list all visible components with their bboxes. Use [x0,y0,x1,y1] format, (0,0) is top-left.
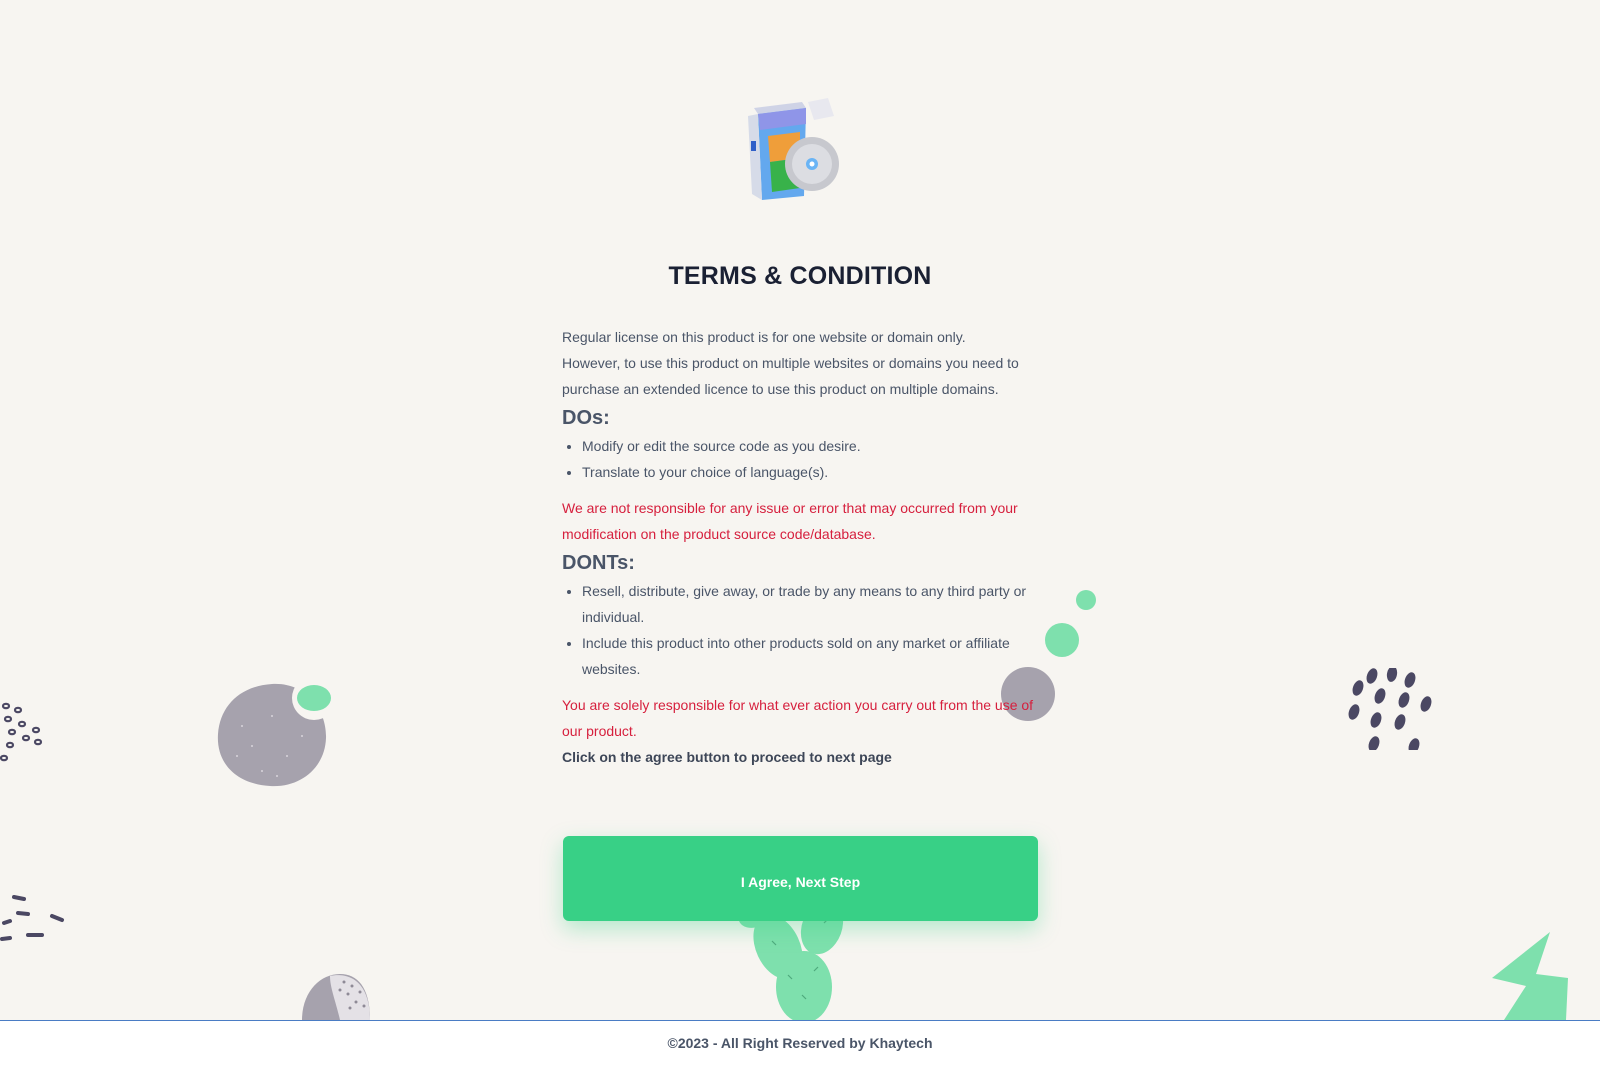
dos-list: Modify or edit the source code as you de… [562,433,1038,485]
dos-heading: DOs: [562,407,610,429]
software-box-icon [748,98,839,200]
decor-dots-right [1348,668,1432,750]
decor-rock-left [217,676,336,787]
decor-lightning [1492,932,1568,1020]
decor-dots-left [0,702,43,762]
footer: ©2023 - All Right Reserved by Khaytech [0,1020,1600,1067]
intro-text: Regular license on this product is for o… [562,324,1038,402]
decor-cactus [738,905,844,1020]
page-title: TERMS & CONDITION [668,262,932,290]
donts-warning: You are solely responsible for what ever… [562,697,1034,739]
list-item: Resell, distribute, give away, or trade … [582,578,1038,630]
terms-content: TERMS & CONDITION Regular license on thi… [562,240,1038,770]
decor-half-rock [302,974,370,1020]
list-item: Translate to your choice of language(s). [582,459,1038,485]
agree-instruction: Click on the agree button to proceed to … [562,749,892,765]
intro-line: Regular license on this product is for o… [562,329,966,345]
footer-copyright: ©2023 - All Right Reserved by Khaytech [667,1035,933,1051]
list-item: Modify or edit the source code as you de… [582,433,1038,459]
donts-list: Resell, distribute, give away, or trade … [562,578,1038,682]
dos-warning: We are not responsible for any issue or … [562,500,1018,542]
list-item: Include this product into other products… [582,630,1038,682]
decor-dashes-left [0,895,64,941]
donts-heading: DONTs: [562,552,635,574]
agree-next-step-button[interactable]: I Agree, Next Step [563,836,1038,921]
intro-line: However, to use this product on multiple… [562,355,1019,397]
